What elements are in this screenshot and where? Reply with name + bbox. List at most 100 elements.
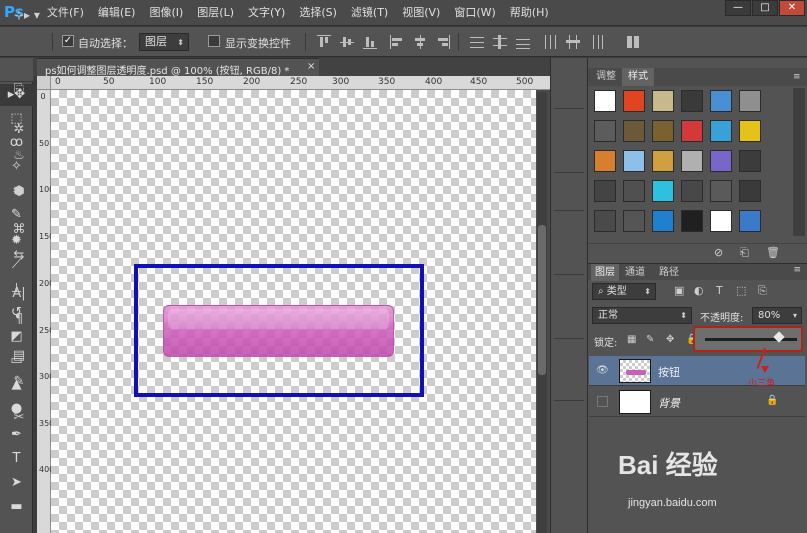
auto-align-icon[interactable]: [626, 35, 640, 49]
distribute-top-icon[interactable]: [470, 35, 484, 49]
filter-shape-icon[interactable]: ⬚: [736, 284, 746, 297]
menu-edit[interactable]: 编辑(E): [91, 5, 143, 23]
distribute-left-icon[interactable]: [543, 35, 557, 49]
eye-icon[interactable]: 👁: [596, 365, 609, 377]
menu-type[interactable]: 文字(Y): [241, 5, 292, 23]
type-tool-icon[interactable]: T: [0, 448, 33, 470]
style-swatch[interactable]: [652, 210, 674, 232]
character-icon[interactable]: A|: [9, 284, 29, 304]
document-tab[interactable]: ps如何调整图层透明度.psd @ 100% (按钮, RGB/8) * ×: [37, 58, 319, 77]
lock-transparency-icon[interactable]: ▦: [627, 334, 636, 345]
style-swatch[interactable]: [710, 120, 732, 142]
panel-menu-icon[interactable]: ≡: [793, 72, 801, 82]
tools-icon[interactable]: ✂: [9, 408, 29, 428]
style-swatch[interactable]: [681, 90, 703, 112]
actions-icon[interactable]: ✲: [9, 120, 29, 140]
blend-mode-dropdown[interactable]: 正常 ⬍: [592, 307, 692, 324]
shape-tool-icon[interactable]: ▬: [0, 496, 33, 518]
ruler-origin[interactable]: [37, 76, 51, 90]
trash-icon[interactable]: 🗑: [766, 246, 780, 259]
align-bottom-icon[interactable]: [363, 35, 377, 49]
style-swatch[interactable]: [594, 210, 616, 232]
style-swatch[interactable]: [710, 90, 732, 112]
style-swatch[interactable]: [739, 180, 761, 202]
clone-source-icon[interactable]: ⇆: [9, 246, 29, 266]
maximize-button[interactable]: □: [752, 0, 778, 16]
style-swatch[interactable]: [623, 120, 645, 142]
style-swatch[interactable]: [739, 90, 761, 112]
triangle-down-icon[interactable]: ▾: [793, 308, 797, 323]
style-swatch[interactable]: [623, 180, 645, 202]
auto-select-checkbox[interactable]: ✓: [62, 35, 74, 47]
layer-row-background[interactable]: 背景 🔒: [589, 387, 805, 417]
tab-layers[interactable]: 图层: [591, 264, 619, 281]
style-swatch[interactable]: [739, 150, 761, 172]
align-right-icon[interactable]: [436, 35, 450, 49]
paragraph-icon[interactable]: ¶: [9, 310, 29, 330]
style-swatch[interactable]: [652, 150, 674, 172]
layer-name[interactable]: 背景: [658, 395, 680, 411]
style-swatch[interactable]: [623, 210, 645, 232]
style-swatch[interactable]: [652, 90, 674, 112]
style-swatch[interactable]: [739, 210, 761, 232]
menu-help[interactable]: 帮助(H): [503, 5, 556, 23]
style-swatch[interactable]: [594, 90, 616, 112]
align-vcenter-icon[interactable]: [340, 35, 354, 49]
move-tool-icon[interactable]: ⊹▸ ▾: [14, 7, 40, 23]
scrollbar-thumb[interactable]: [538, 225, 546, 375]
style-swatch[interactable]: [710, 150, 732, 172]
distribute-right-icon[interactable]: [589, 35, 603, 49]
style-swatch[interactable]: [594, 180, 616, 202]
style-swatch[interactable]: [652, 120, 674, 142]
tab-styles[interactable]: 样式: [622, 68, 654, 86]
opacity-field[interactable]: 80% ▾: [752, 307, 802, 324]
no-style-icon[interactable]: ⊘: [714, 246, 723, 259]
filter-adjust-icon[interactable]: ◐: [694, 284, 704, 297]
style-swatch[interactable]: [681, 150, 703, 172]
close-icon[interactable]: ×: [307, 61, 315, 72]
menu-select[interactable]: 选择(S): [292, 5, 344, 23]
style-swatch[interactable]: [739, 120, 761, 142]
style-swatch[interactable]: [652, 180, 674, 202]
menu-image[interactable]: 图像(I): [142, 5, 190, 23]
style-swatch[interactable]: [681, 120, 703, 142]
style-swatch[interactable]: [710, 180, 732, 202]
style-swatch[interactable]: [710, 210, 732, 232]
auto-select-dropdown[interactable]: 图层 ⬍: [139, 33, 189, 51]
lock-position-icon[interactable]: ✥: [666, 334, 674, 345]
minimize-button[interactable]: —: [725, 0, 751, 16]
new-style-icon[interactable]: ⎗: [740, 246, 749, 260]
notes-icon[interactable]: ✎: [9, 372, 29, 392]
tool-presets-icon[interactable]: ⌘: [9, 220, 29, 240]
filter-type-icon[interactable]: T: [716, 284, 723, 297]
menu-window[interactable]: 窗口(W): [447, 5, 502, 23]
menu-file[interactable]: 文件(F): [40, 5, 91, 23]
distribute-vcenter-icon[interactable]: [493, 35, 507, 49]
history-icon[interactable]: ⎘: [9, 80, 29, 100]
filter-smart-icon[interactable]: ⎘: [758, 284, 767, 298]
3d-icon[interactable]: ⬢: [9, 182, 29, 202]
styles-scrollbar[interactable]: [793, 88, 805, 236]
style-swatch[interactable]: [623, 90, 645, 112]
layer-name[interactable]: 按钮: [658, 364, 680, 380]
panel-menu-icon[interactable]: ≡: [793, 265, 801, 275]
style-swatch[interactable]: [623, 150, 645, 172]
visibility-toggle[interactable]: [597, 396, 608, 407]
tab-paths[interactable]: 路径: [655, 264, 683, 281]
layer-filter-dropdown[interactable]: ⌕ 类型 ⬍: [592, 283, 656, 300]
style-swatch[interactable]: [681, 210, 703, 232]
filter-pixel-icon[interactable]: ▣: [674, 284, 684, 297]
brush-presets-icon[interactable]: ♨: [9, 146, 29, 166]
style-swatch[interactable]: [594, 150, 616, 172]
menu-layer[interactable]: 图层(L): [190, 5, 241, 23]
close-button[interactable]: ✕: [779, 0, 805, 16]
style-swatch[interactable]: [681, 180, 703, 202]
show-transform-checkbox[interactable]: [208, 35, 220, 47]
menu-filter[interactable]: 滤镜(T): [344, 5, 395, 23]
style-swatch[interactable]: [594, 120, 616, 142]
tab-adjustments[interactable]: 调整: [590, 68, 622, 86]
path-selection-icon[interactable]: ➤: [0, 472, 33, 494]
align-hcenter-icon[interactable]: [413, 35, 427, 49]
lock-pixels-icon[interactable]: ✎: [646, 334, 654, 345]
info-icon[interactable]: ▤: [9, 346, 29, 366]
